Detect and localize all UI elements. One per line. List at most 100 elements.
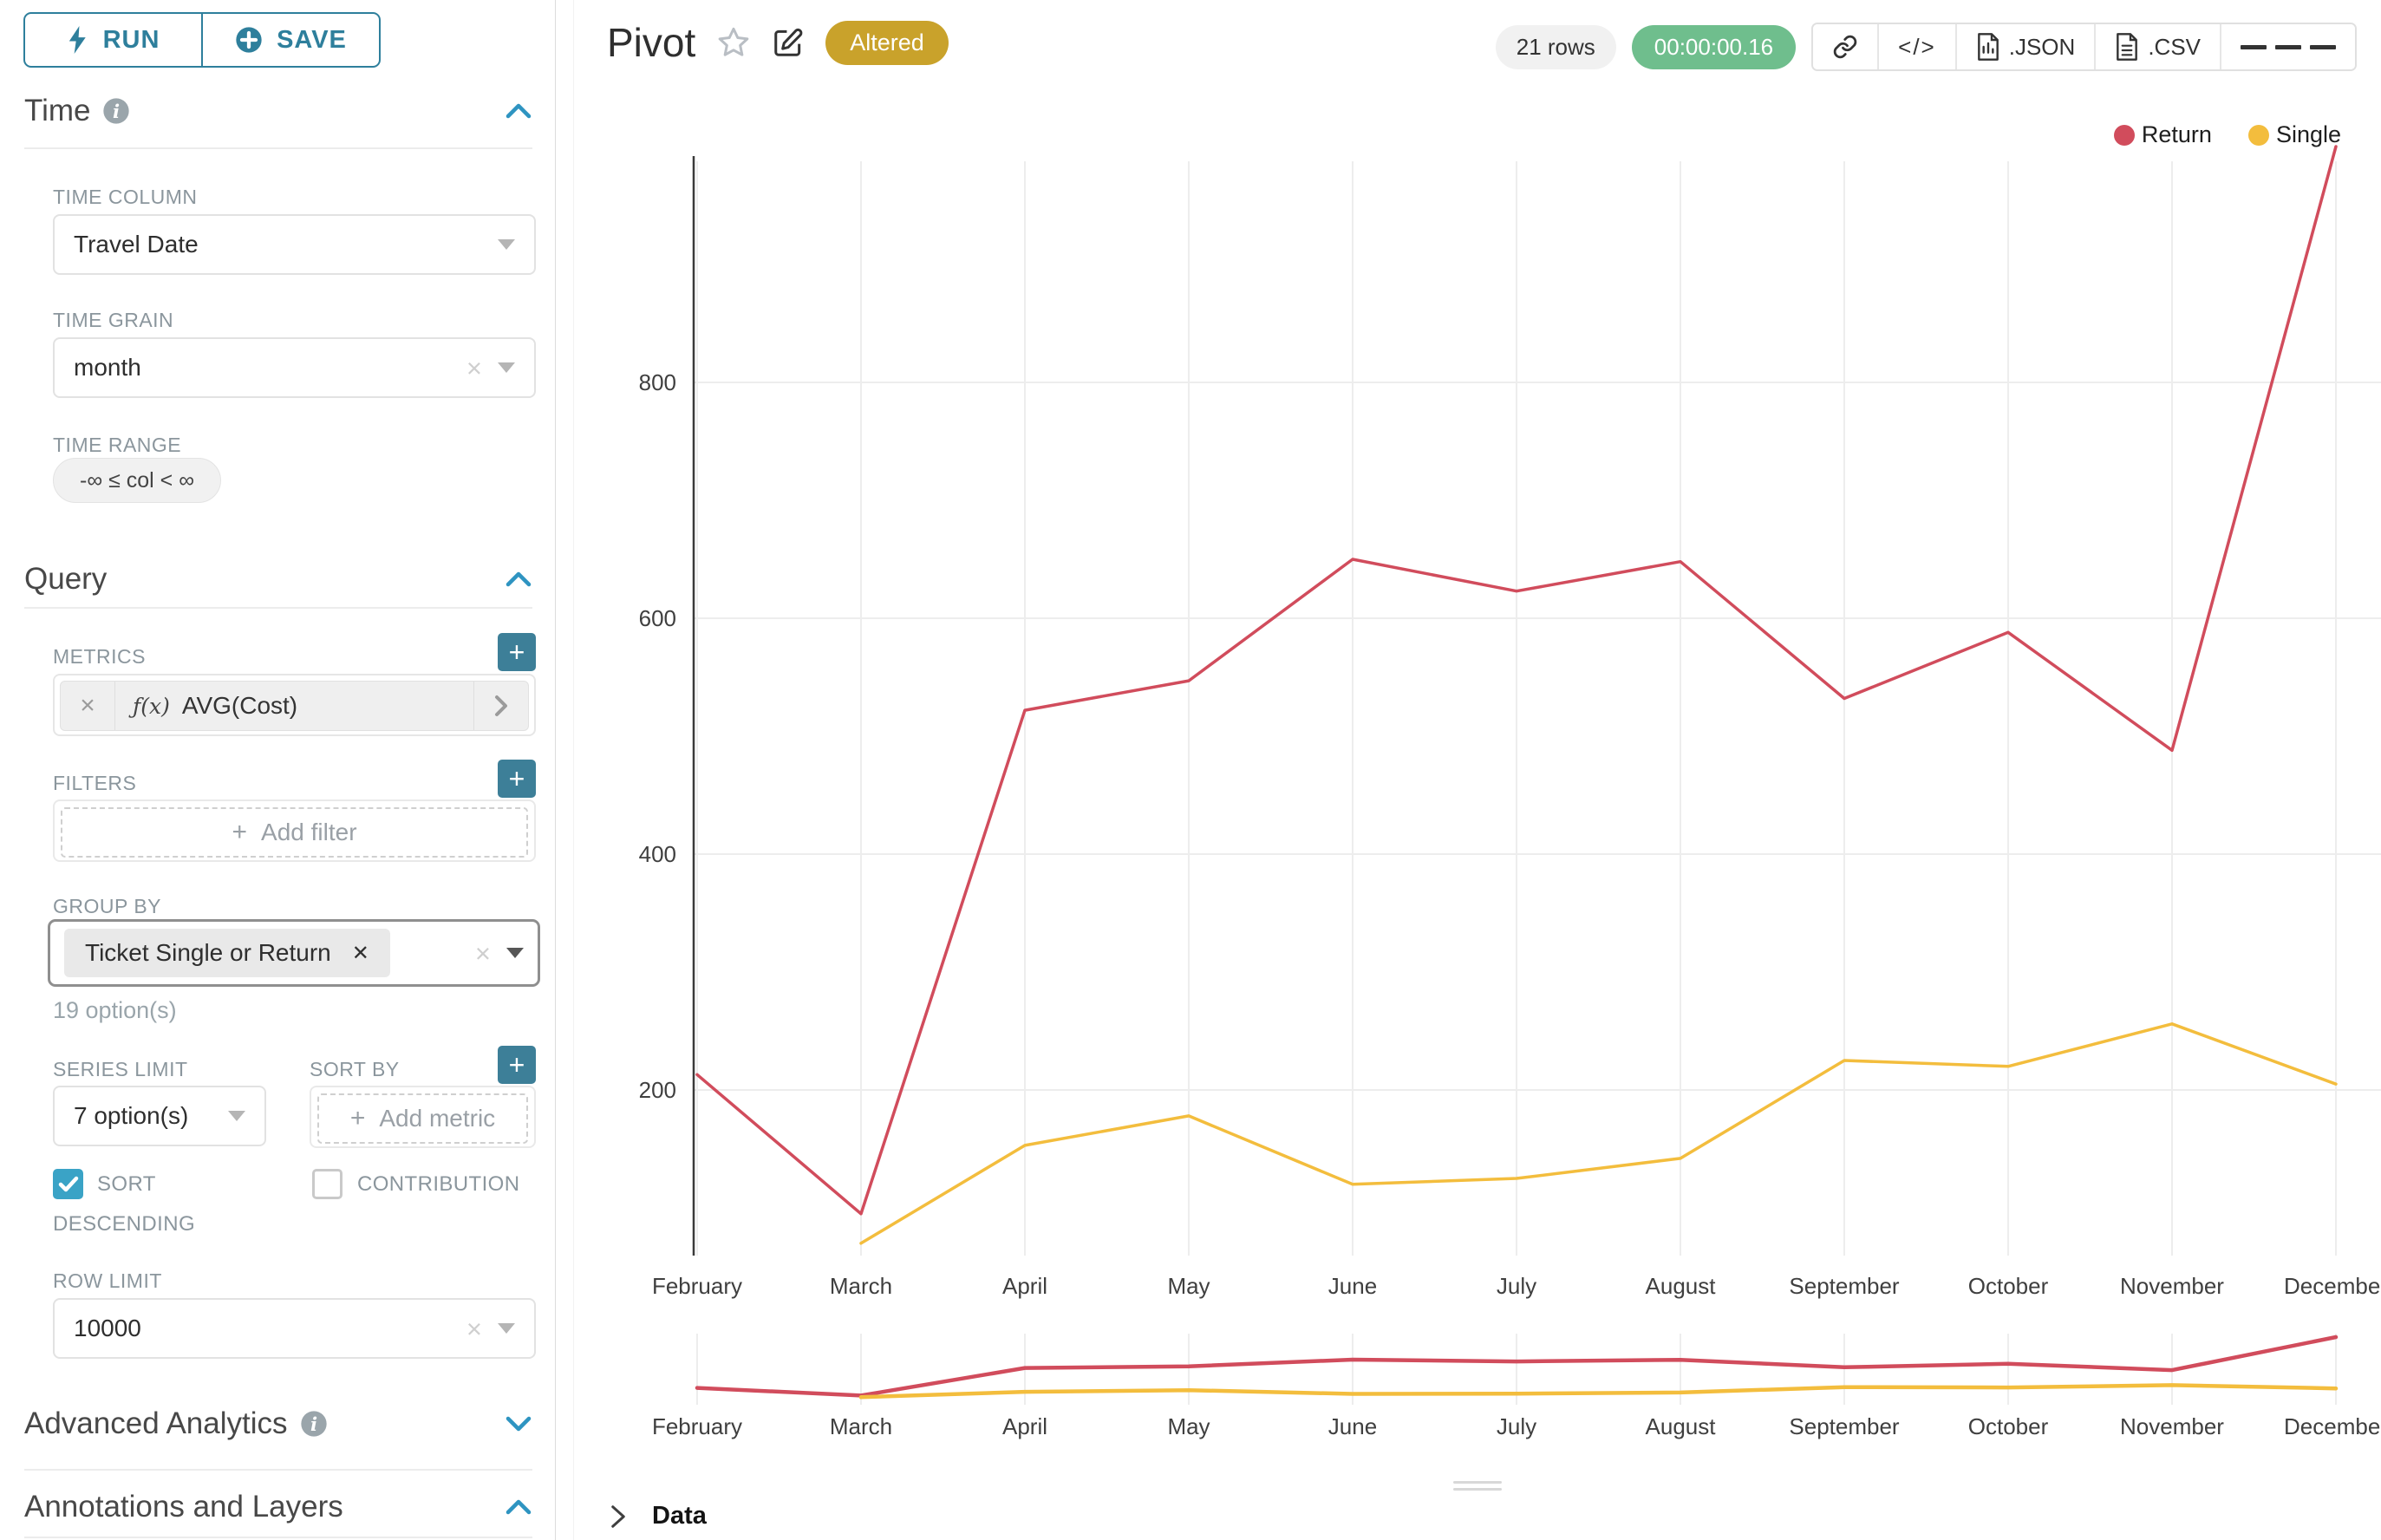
range-brush-chart[interactable]: FebruaryMarchAprilMayJuneJulyAugustSepte…	[572, 1321, 2381, 1469]
time-column-select[interactable]: Travel Date	[53, 214, 536, 275]
remove-metric-icon[interactable]: ×	[61, 682, 115, 730]
plus-circle-icon	[235, 26, 263, 54]
svg-text:September: September	[1789, 1413, 1900, 1439]
time-column-value: Travel Date	[74, 231, 498, 258]
svg-text:December: December	[2284, 1273, 2381, 1299]
divider	[24, 147, 532, 149]
share-link-button[interactable]	[1813, 24, 1877, 69]
chart-menu-button[interactable]	[2220, 24, 2355, 69]
section-title: Time	[24, 94, 90, 128]
metric-label: AVG(Cost)	[182, 692, 297, 720]
remove-value-icon[interactable]: ✕	[352, 941, 369, 966]
save-button[interactable]: SAVE	[201, 14, 379, 66]
svg-text:200: 200	[639, 1077, 676, 1103]
svg-text:i: i	[113, 101, 120, 123]
function-icon: ƒ(x)	[133, 694, 170, 719]
section-header-advanced-analytics[interactable]: Advanced Analytics i	[24, 1406, 532, 1441]
menu-icon	[2241, 45, 2267, 49]
svg-text:June: June	[1328, 1273, 1377, 1299]
svg-text:March: March	[830, 1413, 892, 1439]
section-header-query[interactable]: Query	[24, 562, 532, 597]
metric-pill[interactable]: × ƒ(x) AVG(Cost)	[60, 681, 529, 731]
add-filter-plus-button[interactable]: +	[498, 760, 536, 798]
svg-text:400: 400	[639, 841, 676, 867]
chevron-up-icon[interactable]	[505, 101, 532, 121]
run-button-label: RUN	[103, 26, 160, 55]
filters-container: + Add filter	[53, 799, 536, 862]
svg-text:May: May	[1167, 1413, 1210, 1439]
star-icon[interactable]	[716, 25, 751, 60]
sort-descending-checkbox[interactable]	[53, 1169, 83, 1199]
run-button[interactable]: RUN	[25, 14, 201, 66]
sort-descending-label-2: DESCENDING	[53, 1212, 195, 1237]
section-header-annotations[interactable]: Annotations and Layers	[24, 1490, 532, 1524]
export-csv-button[interactable]: .CSV	[2094, 24, 2220, 69]
series-limit-value: 7 option(s)	[74, 1102, 228, 1130]
group-by-select[interactable]: Ticket Single or Return ✕ ×	[48, 919, 540, 987]
menu-icon	[2275, 45, 2301, 49]
info-icon[interactable]: i	[300, 1410, 328, 1438]
line-chart[interactable]: 200400600800FebruaryMarchAprilMayJuneJul…	[572, 121, 2381, 1318]
chevron-down-icon[interactable]	[228, 1111, 245, 1121]
chevron-right-icon	[609, 1504, 628, 1530]
sort-by-container: + Add metric	[310, 1086, 536, 1148]
export-csv-label: .CSV	[2148, 34, 2201, 61]
clear-icon[interactable]: ×	[466, 1315, 482, 1342]
svg-text:August: August	[1646, 1413, 1717, 1439]
clear-icon[interactable]: ×	[466, 355, 482, 382]
time-grain-select[interactable]: month ×	[53, 337, 536, 398]
add-filter-button[interactable]: + Add filter	[61, 807, 528, 858]
data-panel-title: Data	[652, 1502, 707, 1530]
row-limit-select[interactable]: 10000 ×	[53, 1298, 536, 1359]
time-grain-label: TIME GRAIN	[53, 309, 173, 332]
lightning-icon	[67, 26, 89, 54]
chevron-down-icon[interactable]	[498, 362, 515, 373]
chevron-down-icon[interactable]	[498, 239, 515, 250]
page-title: Pivot	[607, 19, 695, 66]
section-title: Query	[24, 562, 107, 597]
control-panel-sidebar: RUN SAVE Time i TIME COLUMN Travel Date …	[0, 0, 556, 1540]
add-sort-metric-plus-button[interactable]: +	[498, 1046, 536, 1084]
group-by-value: Ticket Single or Return	[85, 939, 331, 967]
edit-icon[interactable]	[772, 26, 805, 59]
add-metric-label: Add metric	[379, 1105, 495, 1132]
group-by-value-pill[interactable]: Ticket Single or Return ✕	[64, 929, 390, 977]
svg-text:March: March	[830, 1273, 892, 1299]
info-icon[interactable]: i	[102, 97, 130, 125]
check-icon	[58, 1176, 79, 1193]
add-metric-plus-button[interactable]: +	[498, 633, 536, 671]
svg-text:December: December	[2284, 1413, 2381, 1439]
chevron-down-icon[interactable]	[498, 1323, 515, 1334]
row-count-badge: 21 rows	[1496, 25, 1616, 69]
row-limit-value: 10000	[74, 1315, 466, 1342]
section-header-time[interactable]: Time i	[24, 94, 532, 128]
time-range-value: -∞ ≤ col < ∞	[80, 468, 194, 493]
divider	[24, 1537, 532, 1538]
chevron-up-icon[interactable]	[505, 570, 532, 589]
altered-badge[interactable]: Altered	[825, 21, 949, 65]
svg-text:November: November	[2120, 1413, 2224, 1439]
resize-handle[interactable]	[1453, 1481, 1502, 1495]
add-sort-metric-button[interactable]: + Add metric	[317, 1093, 528, 1144]
divider	[24, 607, 532, 609]
series-limit-select[interactable]: 7 option(s)	[53, 1086, 266, 1146]
view-query-button[interactable]: </>	[1877, 24, 1955, 69]
save-button-label: SAVE	[277, 26, 347, 55]
svg-text:May: May	[1167, 1273, 1210, 1299]
clear-icon[interactable]: ×	[475, 940, 491, 967]
chevron-down-icon[interactable]	[505, 1414, 532, 1433]
data-panel-toggle[interactable]: Data	[609, 1502, 707, 1530]
export-json-button[interactable]: .JSON	[1955, 24, 2095, 69]
menu-icon	[2310, 45, 2336, 49]
chevron-right-icon[interactable]	[473, 682, 528, 730]
plus-icon: +	[350, 1104, 366, 1133]
svg-text:i: i	[310, 1414, 316, 1436]
svg-text:February: February	[652, 1273, 742, 1299]
caret-down-icon[interactable]	[506, 948, 524, 958]
add-filter-label: Add filter	[261, 819, 357, 846]
chevron-up-icon[interactable]	[505, 1498, 532, 1517]
contribution-checkbox[interactable]	[312, 1169, 342, 1199]
svg-text:600: 600	[639, 605, 676, 631]
group-by-label: GROUP BY	[53, 895, 161, 918]
time-range-pill[interactable]: -∞ ≤ col < ∞	[53, 458, 221, 503]
